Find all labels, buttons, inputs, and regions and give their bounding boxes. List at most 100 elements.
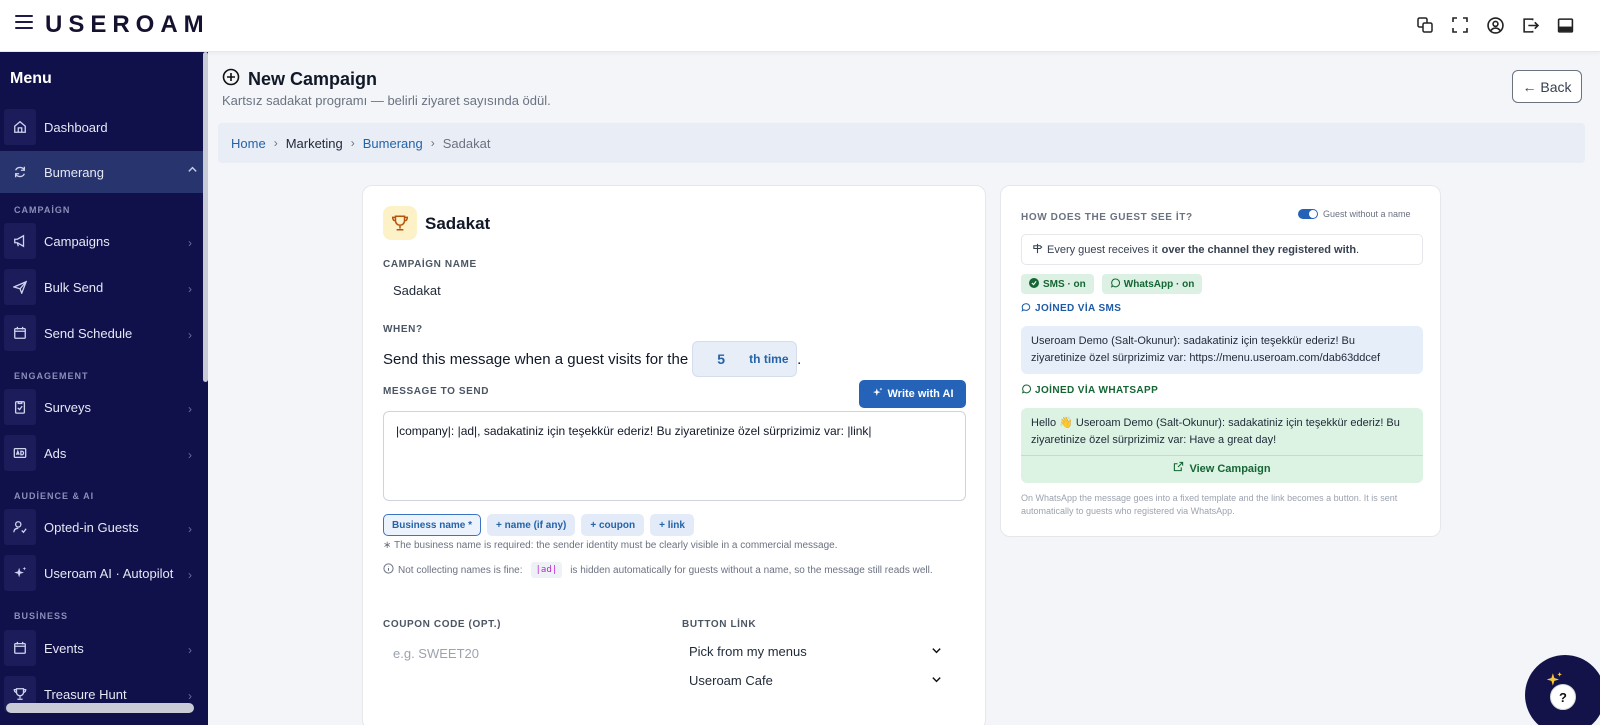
chevron-right-icon: › bbox=[350, 136, 355, 150]
calendar-icon bbox=[4, 630, 36, 666]
sms-preview-bubble: Useroam Demo (Salt-Okunur): sadakatiniz … bbox=[1021, 326, 1423, 374]
app-logo[interactable]: USEROAM bbox=[45, 11, 210, 39]
fullscreen-icon[interactable] bbox=[1451, 16, 1469, 34]
user-check-icon bbox=[4, 509, 36, 545]
panel-layout-icon[interactable] bbox=[1556, 16, 1574, 34]
chevron-up-icon bbox=[187, 164, 198, 178]
sidebar-item-label: Bulk Send bbox=[44, 279, 104, 295]
sidebar-scrollbar[interactable] bbox=[203, 52, 208, 382]
coupon-code-input[interactable]: e.g. SWEET20 bbox=[393, 646, 479, 661]
chevron-down-icon bbox=[931, 644, 942, 659]
sidebar-horizontal-scrollbar[interactable] bbox=[6, 703, 194, 713]
paper-plane-icon bbox=[4, 269, 36, 305]
section-business: BUSİNESS bbox=[14, 611, 69, 621]
menu-source-select[interactable]: Pick from my menus bbox=[682, 644, 942, 659]
sms-title-text: JOİNED VİA SMS bbox=[1035, 303, 1122, 314]
preview-footnote: On WhatsApp the message goes into a fixe… bbox=[1021, 493, 1398, 516]
breadcrumb: Home › Marketing › Bumerang › Sadakat bbox=[218, 123, 1585, 163]
chevron-right-icon: › bbox=[273, 136, 278, 150]
signpost-icon bbox=[1032, 243, 1043, 257]
view-campaign-button[interactable]: View Campaign bbox=[1021, 455, 1423, 483]
chevron-right-icon: › bbox=[188, 328, 192, 342]
whatsapp-status-badge: WhatsApp · on bbox=[1101, 274, 1203, 294]
sidebar-item-label: Ads bbox=[44, 445, 67, 461]
toggle-switch[interactable] bbox=[1298, 209, 1318, 219]
campaign-name-input[interactable]: Sadakat bbox=[393, 283, 441, 298]
chevron-right-icon: › bbox=[188, 236, 192, 250]
sidebar-item-label: Opted-in Guests bbox=[44, 519, 139, 535]
plus-circle-icon bbox=[222, 68, 240, 91]
help-button[interactable]: ? bbox=[1550, 684, 1576, 710]
breadcrumb-marketing: Marketing bbox=[285, 135, 343, 151]
sidebar-item-campaigns[interactable]: Campaigns › bbox=[4, 223, 198, 259]
whatsapp-preview-text: Hello 👋 Useroam Demo (Salt-Okunur): sada… bbox=[1031, 417, 1400, 446]
check-circle-icon bbox=[1029, 277, 1039, 291]
message-textarea[interactable]: |company|: |ad|, sadakatiniz için teşekk… bbox=[383, 411, 966, 501]
sms-status-text: SMS · on bbox=[1043, 278, 1086, 290]
whatsapp-section-title: JOİNED VİA WHATSAPP bbox=[1021, 384, 1158, 397]
name-variable-code: |ad| bbox=[530, 562, 563, 578]
visit-count-suffix: th time bbox=[749, 352, 789, 366]
sidebar: Menu Dashboard Bumerang CAMPAİGN Campaig… bbox=[0, 52, 208, 725]
whatsapp-status-text: WhatsApp · on bbox=[1123, 278, 1195, 290]
translate-icon[interactable] bbox=[1416, 16, 1434, 34]
channel-badges: SMS · on WhatsApp · on bbox=[1021, 274, 1203, 294]
channel-info: Every guest receives it over the channel… bbox=[1021, 234, 1423, 265]
home-icon bbox=[4, 109, 36, 145]
refresh-icon bbox=[4, 154, 36, 190]
logout-icon[interactable] bbox=[1521, 16, 1539, 34]
sidebar-item-opted-in-guests[interactable]: Opted-in Guests › bbox=[4, 509, 198, 545]
page-subtitle: Kartsız sadakat programı — belirli ziyar… bbox=[222, 93, 551, 108]
hamburger-menu-icon[interactable] bbox=[15, 15, 33, 29]
menu-value: Useroam Cafe bbox=[689, 673, 773, 688]
guest-without-name-toggle[interactable]: Guest without a name bbox=[1298, 209, 1411, 219]
campaign-title: Sadakat bbox=[425, 214, 491, 233]
back-button[interactable]: ← Back bbox=[1512, 70, 1582, 103]
visit-count-value: 5 bbox=[717, 351, 726, 367]
breadcrumb-bumerang[interactable]: Bumerang bbox=[363, 136, 423, 151]
campaign-form-card: Sadakat CAMPAİGN NAME Sadakat WHEN? Send… bbox=[362, 185, 986, 725]
button-link-label: BUTTON LİNK bbox=[682, 619, 757, 630]
chevron-down-icon bbox=[931, 673, 942, 688]
visit-count-input[interactable]: 5 th time bbox=[692, 341, 798, 377]
menu-title: Menu bbox=[10, 70, 52, 87]
sidebar-item-ads[interactable]: Ads › bbox=[4, 435, 198, 471]
when-sentence: Send this message when a guest visits fo… bbox=[383, 341, 801, 377]
breadcrumb-home[interactable]: Home bbox=[231, 136, 266, 151]
external-link-icon bbox=[1173, 461, 1184, 478]
sms-status-badge: SMS · on bbox=[1021, 274, 1094, 294]
menu-select[interactable]: Useroam Cafe bbox=[682, 673, 942, 688]
chip-business-name[interactable]: Business name * bbox=[383, 514, 482, 536]
when-label: WHEN? bbox=[383, 324, 423, 335]
sidebar-item-dashboard[interactable]: Dashboard bbox=[4, 109, 198, 145]
chip-name[interactable]: + name (if any) bbox=[487, 514, 576, 536]
chip-link[interactable]: + link bbox=[650, 514, 694, 536]
sidebar-item-surveys[interactable]: Surveys › bbox=[4, 389, 198, 425]
sidebar-item-events[interactable]: Events › bbox=[4, 630, 198, 666]
whatsapp-icon bbox=[1110, 277, 1120, 291]
sidebar-item-label: Dashboard bbox=[44, 119, 108, 135]
user-profile-icon[interactable] bbox=[1486, 16, 1504, 34]
sidebar-item-label: Events bbox=[44, 640, 84, 656]
sidebar-item-label: Surveys bbox=[44, 399, 91, 415]
write-with-ai-button[interactable]: Write with AI bbox=[859, 380, 966, 408]
megaphone-icon bbox=[4, 223, 36, 259]
chip-coupon[interactable]: + coupon bbox=[581, 514, 645, 536]
section-campaign: CAMPAİGN bbox=[14, 205, 71, 215]
guest-preview-card: HOW DOES THE GUEST SEE İT? Guest without… bbox=[1000, 185, 1441, 537]
sidebar-item-label: Send Schedule bbox=[44, 325, 133, 341]
menu-source-value: Pick from my menus bbox=[689, 644, 807, 659]
when-end: . bbox=[797, 350, 802, 368]
page-title: New Campaign bbox=[248, 69, 378, 89]
section-audience: AUDİENCE & AI bbox=[14, 491, 95, 501]
top-bar: USEROAM bbox=[0, 0, 1600, 52]
sidebar-item-bulk-send[interactable]: Bulk Send › bbox=[4, 269, 198, 305]
whatsapp-preview-bubble: Hello 👋 Useroam Demo (Salt-Okunur): sada… bbox=[1021, 408, 1423, 483]
sidebar-item-autopilot[interactable]: Useroam AI · Autopilot › bbox=[4, 555, 198, 591]
sidebar-item-send-schedule[interactable]: Send Schedule › bbox=[4, 315, 198, 351]
sidebar-item-label: Bumerang bbox=[44, 164, 104, 180]
sidebar-item-bumerang[interactable]: Bumerang bbox=[0, 151, 204, 193]
chevron-right-icon: › bbox=[188, 568, 192, 582]
whatsapp-icon bbox=[1021, 384, 1031, 397]
info-text-c: . bbox=[1356, 243, 1360, 256]
